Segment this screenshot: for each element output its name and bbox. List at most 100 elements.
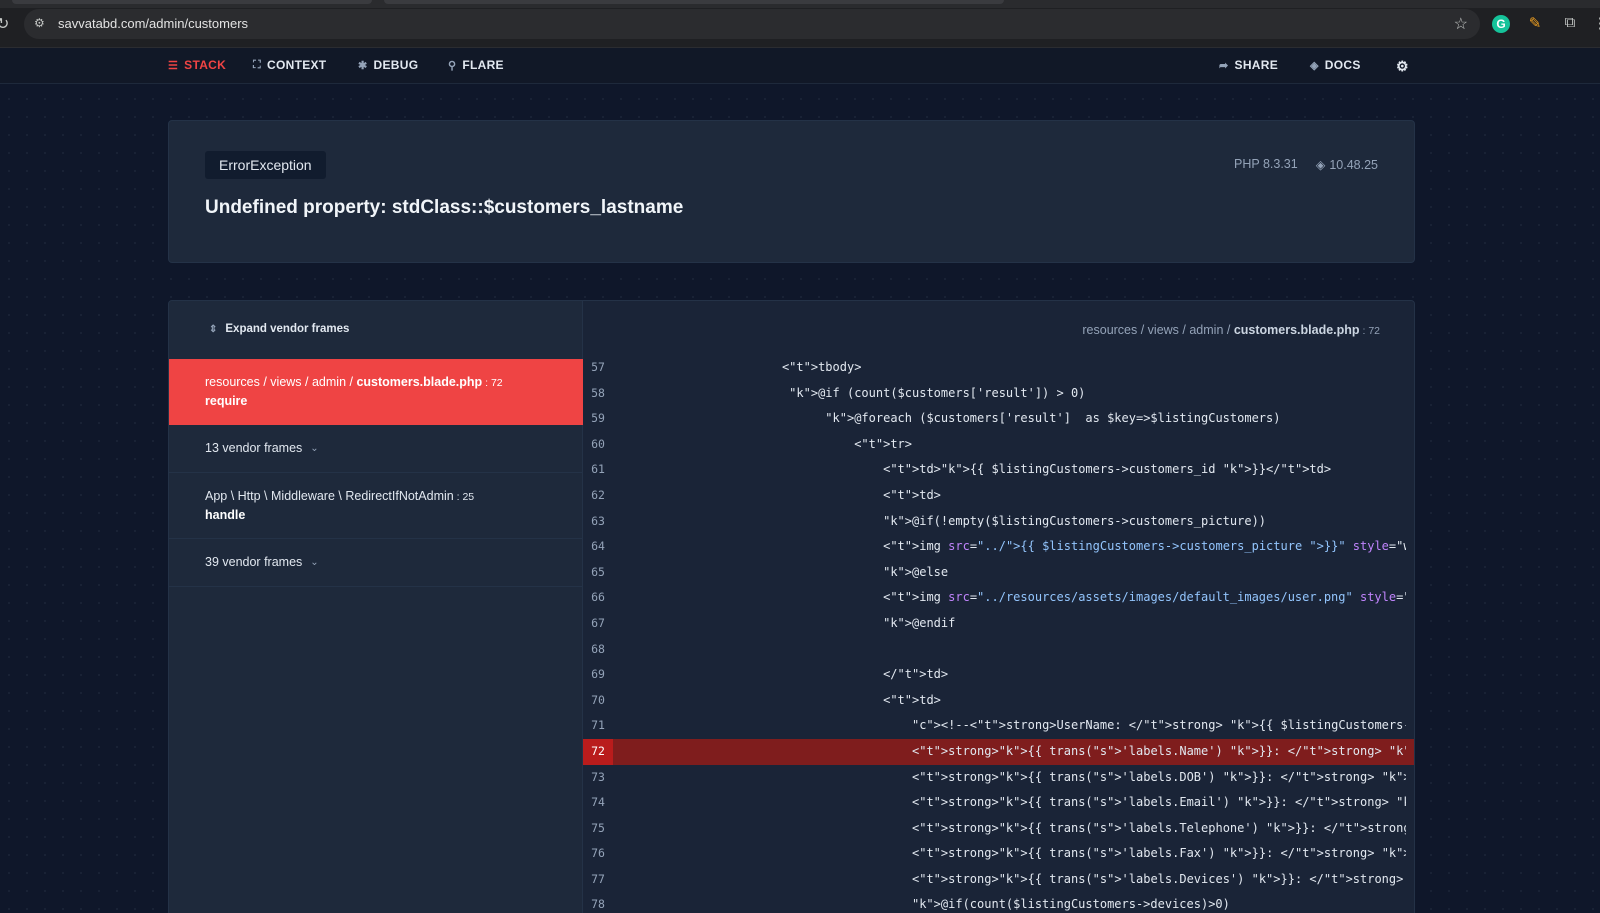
- line-number[interactable]: 63: [583, 509, 613, 535]
- vendor-count: 13 vendor frames: [205, 441, 303, 455]
- line-number[interactable]: 57: [583, 355, 613, 381]
- grammarly-extension-icon[interactable]: G: [1492, 15, 1510, 33]
- line-number[interactable]: 76: [583, 841, 613, 867]
- pen-extension-icon[interactable]: ✎: [1525, 14, 1545, 34]
- site-settings-icon[interactable]: ⚙: [34, 16, 50, 32]
- line-number[interactable]: 62: [583, 483, 613, 509]
- docs-label: DOCS: [1324, 58, 1361, 72]
- vendor-count: 39 vendor frames: [205, 555, 303, 569]
- code-line: 74 <"t">strong>"k">{{ trans("s">'labels.…: [583, 790, 1414, 816]
- address-bar[interactable]: ⚙ savvatabd.com/admin/customers ☆: [24, 9, 1480, 39]
- code-line: 60 <"t">tr>: [583, 432, 1414, 458]
- code-lines: 57 <"t">tbody> 58 "k">@if (count($custome…: [583, 355, 1414, 913]
- line-text: <"t">strong>"k">{{ trans("s">'labels.Fax…: [623, 846, 1406, 861]
- browser-tab[interactable]: [12, 0, 372, 4]
- browser-tab[interactable]: [384, 0, 1004, 4]
- line-number[interactable]: 66: [583, 585, 613, 611]
- php-version: PHP 8.3.31: [1234, 157, 1298, 171]
- share-button[interactable]: ➦ SHARE: [1219, 58, 1278, 72]
- line-number[interactable]: 77: [583, 867, 613, 893]
- line-text: <"t">strong>"k">{{ trans("s">'labels.Dev…: [623, 871, 1404, 886]
- expand-vendor-frames-button[interactable]: ⇕ Expand vendor frames: [209, 323, 349, 335]
- line-number[interactable]: 61: [583, 457, 613, 483]
- code-line: 71 "c"><!--<"t">strong>UserName: </"t">s…: [583, 713, 1414, 739]
- code-line: 63 "k">@if(!empty($listingCustomers->cus…: [583, 509, 1414, 535]
- frame-function: handle: [205, 508, 246, 522]
- line-number[interactable]: 72: [583, 738, 613, 765]
- line-number[interactable]: 75: [583, 816, 613, 842]
- code-line: 66 <"t">img src="../resources/assets/ima…: [583, 585, 1414, 611]
- vendor-frames-group[interactable]: 39 vendor frames ⌄: [169, 539, 583, 587]
- vendor-frames-group[interactable]: 13 vendor frames ⌄: [169, 425, 583, 473]
- code-line: 68: [583, 637, 1414, 663]
- line-number[interactable]: 70: [583, 688, 613, 714]
- line-text: "c"><!--<"t">strong>UserName: </"t">stro…: [911, 718, 1406, 733]
- frame-file: customers.blade.php: [356, 375, 483, 389]
- line-text: <"t">strong>"k">{{ trans("s">'labels.Nam…: [623, 743, 1406, 758]
- extensions-puzzle-icon[interactable]: ⧉: [1560, 14, 1580, 34]
- chevron-down-icon: ⌄: [310, 442, 319, 454]
- line-text: "k">@if(count($listingCustomers->devices…: [911, 897, 1230, 912]
- reload-icon[interactable]: ↻: [0, 14, 10, 34]
- line-text: "k">@foreach ($customers['result'] as $k…: [825, 411, 1281, 426]
- line-number[interactable]: 58: [583, 381, 613, 407]
- file-breadcrumb[interactable]: resources / views / admin / customers.bl…: [1082, 323, 1380, 337]
- line-text: </"t">td>: [623, 667, 949, 682]
- line-text: <"t">tbody>: [623, 360, 862, 374]
- error-header-card: ErrorException PHP 8.3.31 ◈ 10.48.25 Und…: [168, 120, 1415, 263]
- chevron-up-down-icon: ⇕: [209, 323, 218, 335]
- file-dir: resources / views / admin /: [1082, 323, 1234, 337]
- line-number[interactable]: 71: [583, 713, 613, 739]
- error-message: Undefined property: stdClass::$customers…: [205, 197, 684, 218]
- line-text: "k">@else: [883, 564, 949, 579]
- line-text: <"t">strong>"k">{{ trans("s">'labels.Tel…: [623, 820, 1406, 835]
- line-text: "k">@if(!empty($listingCustomers->custom…: [883, 513, 1267, 528]
- frame-item[interactable]: App \ Http \ Middleware \ RedirectIfNotA…: [169, 473, 583, 539]
- file-line: : 72: [1359, 325, 1380, 337]
- line-number[interactable]: 73: [583, 765, 613, 791]
- stack-panel: ⇕ Expand vendor frames resources / views…: [168, 300, 1415, 913]
- frames-list: ⇕ Expand vendor frames resources / views…: [169, 301, 583, 913]
- tab-flare[interactable]: ⚲ FLARE: [448, 58, 504, 72]
- tab-context-label: CONTEXT: [267, 58, 327, 72]
- frame-item-active[interactable]: resources / views / admin / customers.bl…: [169, 359, 583, 425]
- line-text: <"t">tr>: [623, 436, 913, 451]
- url-text[interactable]: savvatabd.com/admin/customers: [58, 16, 248, 31]
- code-line: 76 <"t">strong>"k">{{ trans("s">'labels.…: [583, 841, 1414, 867]
- code-line: 59 "k">@foreach ($customers['result'] as…: [583, 406, 1414, 432]
- line-number[interactable]: 60: [583, 432, 613, 458]
- frame-line: : 25: [453, 491, 475, 503]
- tab-context[interactable]: ⛶ CONTEXT: [253, 58, 326, 72]
- code-line: 62 <"t">td>: [583, 483, 1414, 509]
- line-number[interactable]: 65: [583, 560, 613, 586]
- code-line: 67 "k">@endif: [583, 611, 1414, 637]
- docs-button[interactable]: ◈ DOCS: [1310, 58, 1361, 72]
- line-number[interactable]: 69: [583, 662, 613, 688]
- bookmark-star-icon[interactable]: ☆: [1454, 14, 1468, 34]
- line-text: <"t">strong>"k">{{ trans("s">'labels.DOB…: [623, 769, 1406, 784]
- frame-function: require: [205, 394, 248, 408]
- line-number[interactable]: 78: [583, 892, 613, 913]
- line-number[interactable]: 64: [583, 534, 613, 560]
- tab-stack[interactable]: ☰ STACK: [168, 58, 226, 72]
- share-icon: ➦: [1219, 59, 1229, 72]
- tab-debug-label: DEBUG: [373, 58, 419, 72]
- line-text: [623, 637, 1406, 663]
- chevron-down-icon: ⌄: [310, 556, 319, 568]
- frame-path: App \ Http \ Middleware \ RedirectIfNotA…: [205, 489, 474, 503]
- code-line: 72 <"t">strong>"k">{{ trans("s">'labels.…: [583, 738, 1414, 765]
- line-number[interactable]: 68: [583, 637, 613, 663]
- tab-flare-label: FLARE: [462, 58, 504, 72]
- settings-button[interactable]: ⚙: [1396, 58, 1409, 75]
- laravel-icon: ◈: [1315, 158, 1326, 172]
- line-text: "k">@if (count($customers['result']) > 0…: [789, 385, 1086, 400]
- line-number[interactable]: 74: [583, 790, 613, 816]
- frame-line: : 72: [482, 377, 503, 389]
- expand-label: Expand vendor frames: [225, 323, 350, 335]
- expand-icon: ⛶: [253, 58, 261, 71]
- browser-menu-icon[interactable]: ⋮: [1590, 14, 1600, 34]
- tab-debug[interactable]: ✱ DEBUG: [358, 58, 418, 72]
- line-number[interactable]: 59: [583, 406, 613, 432]
- line-number[interactable]: 67: [583, 611, 613, 637]
- version-info: PHP 8.3.31 ◈ 10.48.25: [1234, 157, 1378, 172]
